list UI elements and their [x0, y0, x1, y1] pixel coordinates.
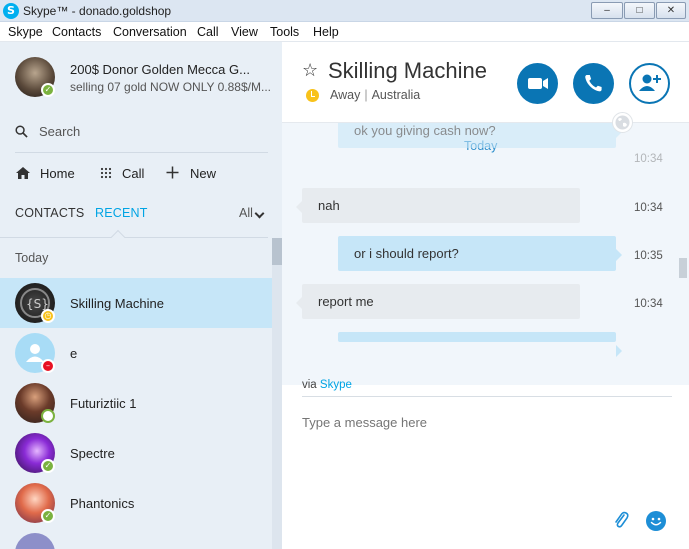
menu-tools[interactable]: Tools: [270, 25, 299, 39]
message-bubble-incoming[interactable]: report me: [296, 284, 580, 319]
contact-name: Skilling Machine: [70, 296, 164, 311]
title-bar: S Skype™ - donado.goldshop – □ ✕: [0, 0, 689, 22]
away-status-icon: ◷: [41, 309, 55, 323]
video-call-button[interactable]: [517, 63, 558, 104]
message-history: Today ok you giving cash now? 10:34 nah …: [282, 123, 689, 385]
globe-icon[interactable]: [612, 112, 633, 133]
close-button[interactable]: ✕: [656, 2, 686, 19]
message-time: 10:34: [634, 298, 663, 310]
message-text: ok you giving cash now?: [354, 123, 496, 138]
conversation-title[interactable]: Skilling Machine: [328, 58, 487, 84]
dialpad-icon: [100, 167, 112, 179]
menu-skype[interactable]: Skype: [8, 25, 43, 39]
contact-row-partial[interactable]: [0, 528, 272, 549]
active-tab-indicator: [110, 229, 126, 245]
contact-row-e[interactable]: – e: [0, 328, 272, 378]
contact-list-scrollbar[interactable]: [272, 238, 282, 549]
contact-list-scrollbar-thumb[interactable]: [272, 238, 282, 265]
new-label: New: [190, 166, 217, 181]
conversation-panel: ☆ Skilling Machine Away|Australia Today …: [282, 42, 689, 549]
conversation-scrollbar-thumb[interactable]: [679, 258, 687, 278]
recent-section-label: Today: [15, 251, 49, 265]
menu-call[interactable]: Call: [197, 25, 219, 39]
video-camera-icon: [528, 78, 548, 89]
contact-name: e: [70, 346, 78, 361]
profile-status-online-icon: ✓: [41, 83, 55, 97]
home-label: Home: [40, 166, 75, 181]
minimize-button[interactable]: –: [591, 2, 623, 19]
contact-name: Futuriztiic 1: [70, 396, 137, 411]
maximize-button[interactable]: □: [624, 2, 655, 19]
contact-row-futuriztiic-1[interactable]: Futuriztiic 1: [0, 378, 272, 428]
call-label: Call: [122, 166, 145, 181]
skype-logo-icon: S: [3, 3, 19, 19]
message-bubble-outgoing[interactable]: ok you giving cash now?: [338, 123, 622, 148]
online-status-icon: ✓: [41, 509, 55, 523]
paperclip-icon[interactable]: [612, 510, 630, 530]
contact-status: Away: [330, 88, 361, 102]
contact-name: Spectre: [70, 446, 115, 461]
profile-mood-message[interactable]: selling 07 gold NOW ONLY 0.88$/M...: [70, 80, 271, 94]
contact-location: Australia: [371, 88, 421, 102]
divider: [15, 152, 268, 153]
contact-avatar: [15, 533, 55, 549]
tab-recent[interactable]: RECENT: [95, 206, 148, 220]
message-input[interactable]: [302, 415, 602, 430]
add-person-icon: [639, 74, 661, 91]
away-status-icon: [306, 89, 319, 102]
message-bubble-outgoing[interactable]: or i should report?: [338, 236, 622, 271]
message-time: 10:34: [634, 153, 663, 165]
search-icon: [15, 125, 28, 138]
message-text: or i should report?: [354, 246, 459, 261]
chevron-down-icon: [254, 208, 265, 219]
window-title: Skype™ - donado.goldshop: [23, 4, 172, 18]
contact-row-spectre[interactable]: ✓ Spectre: [0, 428, 272, 478]
message-time: 10:35: [634, 250, 663, 262]
via-prefix: via: [302, 379, 317, 391]
menu-contacts[interactable]: Contacts: [52, 25, 101, 39]
phone-icon: [585, 75, 602, 92]
via-service-link[interactable]: Skype: [320, 379, 352, 391]
add-people-button[interactable]: [629, 63, 670, 104]
input-divider: [302, 396, 672, 397]
contact-row-phantonics[interactable]: ✓ Phantonics: [0, 478, 272, 528]
menu-view[interactable]: View: [231, 25, 258, 39]
message-text: nah: [318, 198, 340, 213]
menu-help[interactable]: Help: [313, 25, 339, 39]
menu-bar: Skype Contacts Conversation Call View To…: [0, 22, 689, 42]
contact-status-line: Away | Australia: [330, 88, 421, 102]
message-bubble-incoming[interactable]: nah: [296, 188, 580, 223]
tab-contacts[interactable]: CONTACTS: [15, 206, 84, 220]
filter-all-dropdown[interactable]: All: [239, 206, 253, 220]
offline-status-icon: [41, 409, 55, 423]
message-bubble-outgoing-partial[interactable]: [338, 332, 622, 357]
divider: [0, 237, 268, 238]
menu-conversation[interactable]: Conversation: [113, 25, 187, 39]
emoticon-icon[interactable]: [646, 511, 666, 531]
online-status-icon: ✓: [41, 459, 55, 473]
plus-icon: [166, 166, 179, 179]
home-icon: [16, 167, 30, 179]
audio-call-button[interactable]: [573, 63, 614, 104]
profile-name[interactable]: 200$ Donor Golden Mecca G...: [70, 62, 250, 77]
message-text: report me: [318, 294, 374, 309]
via-service-label: via Skype: [302, 379, 352, 391]
message-time: 10:34: [634, 202, 663, 214]
dnd-status-icon: –: [41, 359, 55, 373]
contact-row-skilling-machine[interactable]: {S} ◷ Skilling Machine: [0, 278, 272, 328]
favorite-star-icon[interactable]: ☆: [302, 60, 318, 81]
contact-name: Phantonics: [70, 496, 135, 511]
left-sidebar: ✓ 200$ Donor Golden Mecca G... selling 0…: [0, 42, 282, 549]
search-label: Search: [39, 124, 81, 139]
